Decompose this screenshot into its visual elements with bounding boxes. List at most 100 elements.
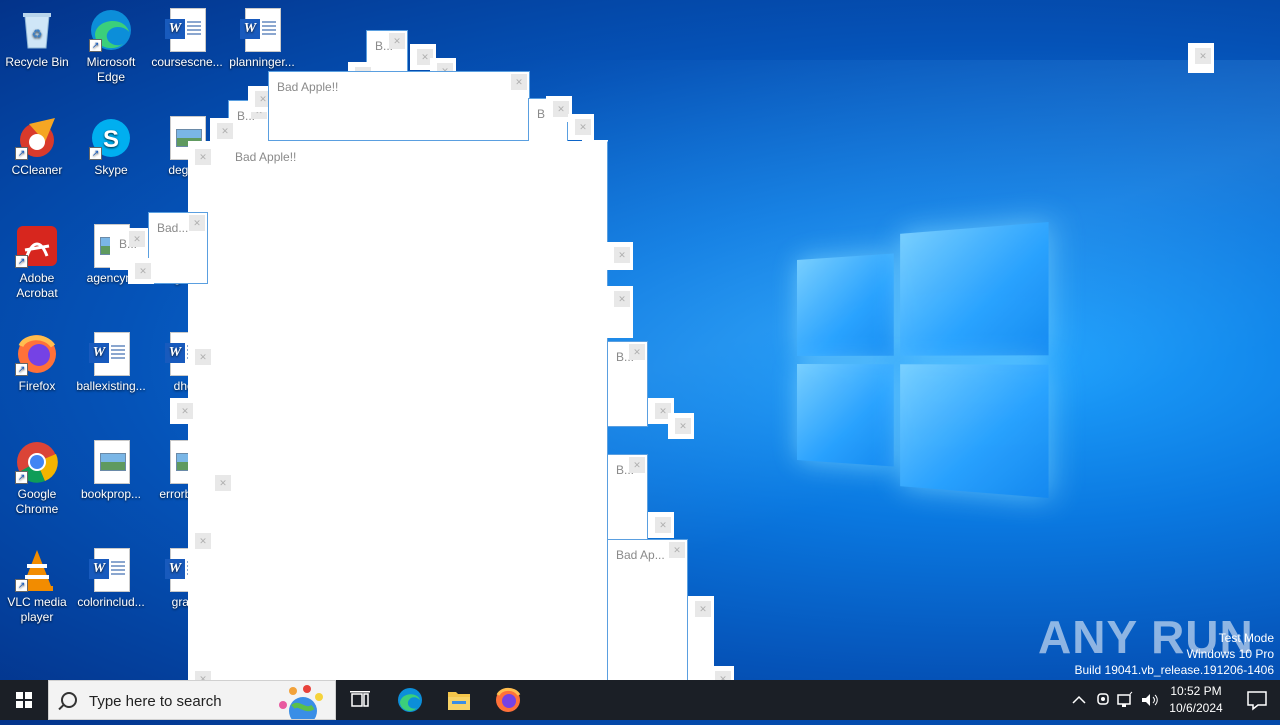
popup-window-tiny[interactable]: ✕ xyxy=(208,470,234,496)
popup-title: Bad Ap... xyxy=(616,548,665,562)
desktop-icon-bookprop[interactable]: bookprop... xyxy=(73,440,149,502)
search-placeholder: Type here to search xyxy=(89,693,222,710)
popup-title: Bad... xyxy=(157,221,189,235)
popup-window-tiny[interactable]: ✕ xyxy=(668,413,694,439)
close-icon[interactable]: ✕ xyxy=(695,601,711,617)
close-icon[interactable]: ✕ xyxy=(129,231,145,247)
clock-time: 10:52 PM xyxy=(1170,684,1222,698)
popup-window-bad-ap[interactable]: Bad Ap... ✕ xyxy=(607,539,688,681)
close-icon[interactable]: ✕ xyxy=(614,291,630,307)
close-icon[interactable]: ✕ xyxy=(1195,48,1211,64)
close-icon[interactable]: ✕ xyxy=(629,457,645,473)
popup-window-tiny[interactable]: ✕ xyxy=(568,114,594,140)
close-icon[interactable]: ✕ xyxy=(189,215,205,231)
icon-label: planninger... xyxy=(229,55,295,69)
clock-date: 10/6/2024 xyxy=(1169,701,1223,715)
desktop-icon-adobe-acrobat[interactable]: ↗ Adobe Acrobat xyxy=(0,224,75,301)
os-watermark: Test Mode Windows 10 Pro Build 19041.vb_… xyxy=(1075,630,1275,678)
desktop-icon-skype[interactable]: S ↗ Skype xyxy=(73,116,149,178)
desktop-icon-recycle-bin[interactable]: ♻ Recycle Bin xyxy=(0,8,75,70)
ccleaner-icon: ↗ xyxy=(15,116,59,160)
test-mode-label: Test Mode xyxy=(1218,631,1274,645)
icon-label: VLC media player xyxy=(7,595,67,624)
taskbar-firefox-button[interactable] xyxy=(484,680,532,720)
desktop-icon-colorinclud[interactable]: W colorinclud... xyxy=(73,548,149,610)
popup-window-tiny[interactable]: ✕ xyxy=(170,398,196,424)
close-icon[interactable]: ✕ xyxy=(135,263,151,279)
close-icon[interactable]: ✕ xyxy=(675,418,691,434)
popup-window-tiny[interactable]: ✕ xyxy=(188,528,214,554)
desktop-icon-ccleaner[interactable]: ↗ CCleaner xyxy=(0,116,75,178)
close-icon[interactable]: ✕ xyxy=(669,542,685,558)
icon-label: Microsoft Edge xyxy=(86,55,136,84)
icon-label: Recycle Bin xyxy=(5,55,69,69)
popup-title: Bad Apple!! xyxy=(277,80,339,94)
popup-window-tiny[interactable]: ✕ xyxy=(648,512,674,538)
desktop-icon-coursescne[interactable]: W coursescne... xyxy=(149,8,225,70)
close-icon[interactable]: ✕ xyxy=(177,403,193,419)
edge-icon: ↗ xyxy=(89,8,133,52)
popup-window-tiny[interactable]: ✕ xyxy=(188,144,214,170)
taskbar-search-box[interactable]: Type here to search xyxy=(48,680,336,720)
edge-icon xyxy=(398,688,422,712)
start-button[interactable] xyxy=(0,680,48,720)
popup-window-tiny[interactable]: ✕ xyxy=(607,242,633,270)
desktop-icon-google-chrome[interactable]: ↗ Google Chrome xyxy=(0,440,75,517)
close-icon[interactable]: ✕ xyxy=(629,344,645,360)
svg-text:S: S xyxy=(103,126,119,153)
close-icon[interactable]: ✕ xyxy=(553,101,569,117)
task-view-icon xyxy=(350,691,370,707)
icon-label: ballexisting... xyxy=(76,379,146,393)
close-icon[interactable]: ✕ xyxy=(195,533,211,549)
popup-window-tiny[interactable]: ✕ xyxy=(188,344,214,370)
network-icon[interactable] xyxy=(1116,690,1134,710)
icon-label: Firefox xyxy=(18,379,56,393)
windows-logo-wallpaper xyxy=(797,222,1049,498)
desktop-icon-firefox[interactable]: ↗ Firefox xyxy=(0,332,75,394)
popup-window-small[interactable]: B... ✕ xyxy=(607,454,648,540)
popup-window-small[interactable]: B... ✕ xyxy=(607,341,648,427)
taskbar: Type here to search 10:52 PM 10/6/2024 xyxy=(0,680,1280,720)
skype-icon: S ↗ xyxy=(89,116,133,160)
popup-title: Bad Apple!! xyxy=(235,150,297,164)
desktop-icon-vlc[interactable]: ↗ VLC media player xyxy=(0,548,75,625)
close-icon[interactable]: ✕ xyxy=(511,74,527,90)
image-file-icon xyxy=(89,440,133,484)
close-icon[interactable]: ✕ xyxy=(614,247,630,263)
security-shield-icon[interactable] xyxy=(1094,690,1112,710)
edition-label: Windows 10 Pro xyxy=(1186,647,1274,661)
firefox-icon: ↗ xyxy=(15,332,59,376)
popup-window-tiny[interactable]: ✕ xyxy=(1188,43,1214,73)
popup-window-tiny[interactable]: ✕ xyxy=(128,258,154,284)
desktop-icon-ballexisting[interactable]: W ballexisting... xyxy=(73,332,149,394)
icon-label: Adobe Acrobat xyxy=(16,271,58,300)
recycle-bin-icon: ♻ xyxy=(15,8,59,52)
close-icon[interactable]: ✕ xyxy=(655,517,671,533)
folder-icon xyxy=(448,692,470,710)
taskbar-clock[interactable]: 10:52 PM 10/6/2024 xyxy=(1162,683,1230,717)
chrome-icon: ↗ xyxy=(15,440,59,484)
close-icon[interactable]: ✕ xyxy=(215,475,231,491)
close-icon[interactable]: ✕ xyxy=(389,33,405,49)
popup-window-bad[interactable]: Bad... ✕ xyxy=(148,212,208,284)
close-icon[interactable]: ✕ xyxy=(575,119,591,135)
popup-window-top[interactable]: Bad Apple!! ✕ xyxy=(268,71,530,141)
firefox-icon xyxy=(496,687,521,712)
word-document-icon: W xyxy=(89,548,133,592)
task-view-button[interactable] xyxy=(336,680,384,720)
taskbar-file-explorer-button[interactable] xyxy=(434,680,482,720)
popup-window-large[interactable]: Bad Apple!! xyxy=(188,141,608,681)
taskbar-edge-button[interactable] xyxy=(386,680,434,720)
icon-label: bookprop... xyxy=(80,487,142,501)
icon-label: Google Chrome xyxy=(15,487,59,516)
show-hidden-icons-chevron-icon[interactable] xyxy=(1068,680,1090,720)
popup-window-tiny[interactable]: ✕ xyxy=(607,286,633,338)
notification-icon xyxy=(1247,691,1267,711)
desktop-icon-microsoft-edge[interactable]: ↗ Microsoft Edge xyxy=(73,8,149,85)
close-icon[interactable]: ✕ xyxy=(195,149,211,165)
volume-icon[interactable] xyxy=(1140,690,1160,710)
close-icon[interactable]: ✕ xyxy=(217,123,233,139)
action-center-button[interactable] xyxy=(1234,680,1280,720)
desktop-icon-planninger[interactable]: W planninger... xyxy=(224,8,300,70)
close-icon[interactable]: ✕ xyxy=(195,349,211,365)
